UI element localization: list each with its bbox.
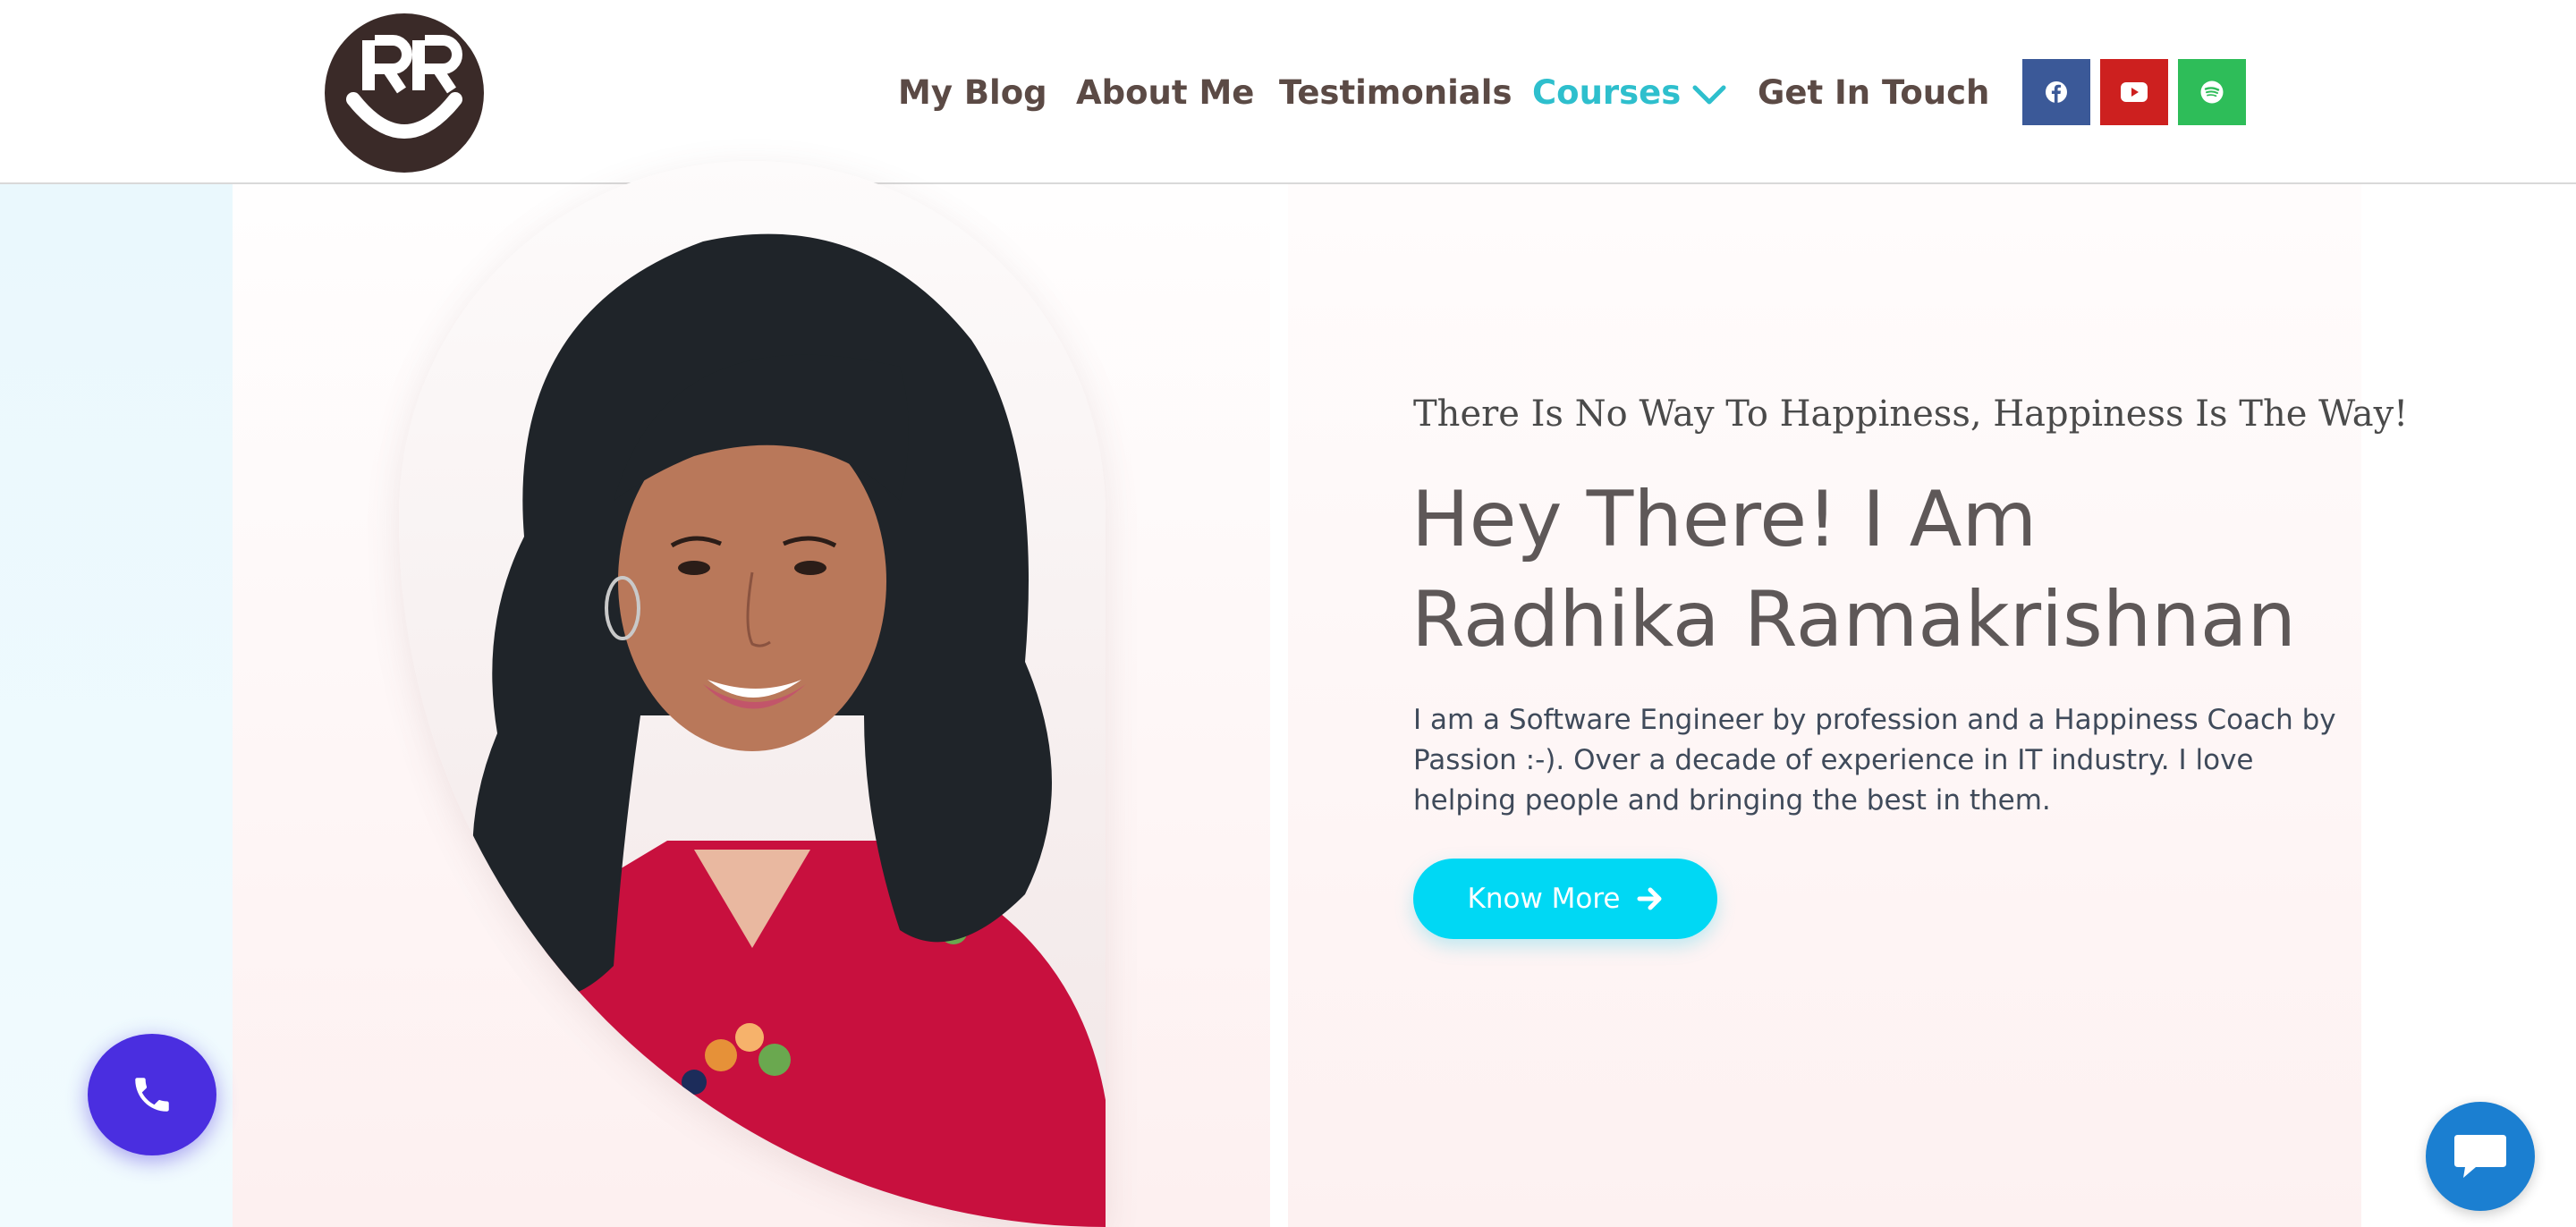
youtube-icon [2121,82,2148,102]
facebook-icon [2046,81,2067,103]
chat-button[interactable] [2426,1102,2535,1211]
panel-divider [1270,184,1288,1227]
nav-item-courses[interactable]: Courses [1532,66,1727,120]
chat-icon [2454,1135,2506,1178]
youtube-button[interactable] [2100,59,2168,125]
spotify-button[interactable] [2178,59,2246,125]
facebook-button[interactable] [2022,59,2090,125]
hero-headline: Hey There! I Am Radhika Ramakrishnan [1411,470,2395,670]
hero-headline-line-2: Radhika Ramakrishnan [1411,575,2296,664]
nav-item-courses-label: Courses [1532,73,1682,112]
hero-tagline: There Is No Way To Happiness, Happiness … [1413,393,2409,435]
arrow-right-icon [1637,886,1664,911]
call-button[interactable] [88,1034,216,1155]
know-more-button[interactable]: Know More [1413,859,1717,939]
nav-item-testimonials[interactable]: Testimonials [1279,66,1512,120]
nav-item-my-blog[interactable]: My Blog [898,66,1047,120]
site-logo[interactable] [325,13,484,173]
hero-headline-line-1: Hey There! I Am [1411,475,2038,564]
phone-icon [135,1078,169,1112]
nav-item-get-in-touch[interactable]: Get In Touch [1758,66,1989,120]
nav-item-about-me[interactable]: About Me [1076,66,1254,120]
know-more-label: Know More [1467,883,1621,915]
site-header: My Blog About Me Testimonials Courses Ge… [0,0,2576,184]
hero-intro-text: I am a Software Engineer by profession a… [1413,704,2336,817]
spotify-icon [2200,80,2224,104]
chevron-down-icon [1692,85,1726,104]
